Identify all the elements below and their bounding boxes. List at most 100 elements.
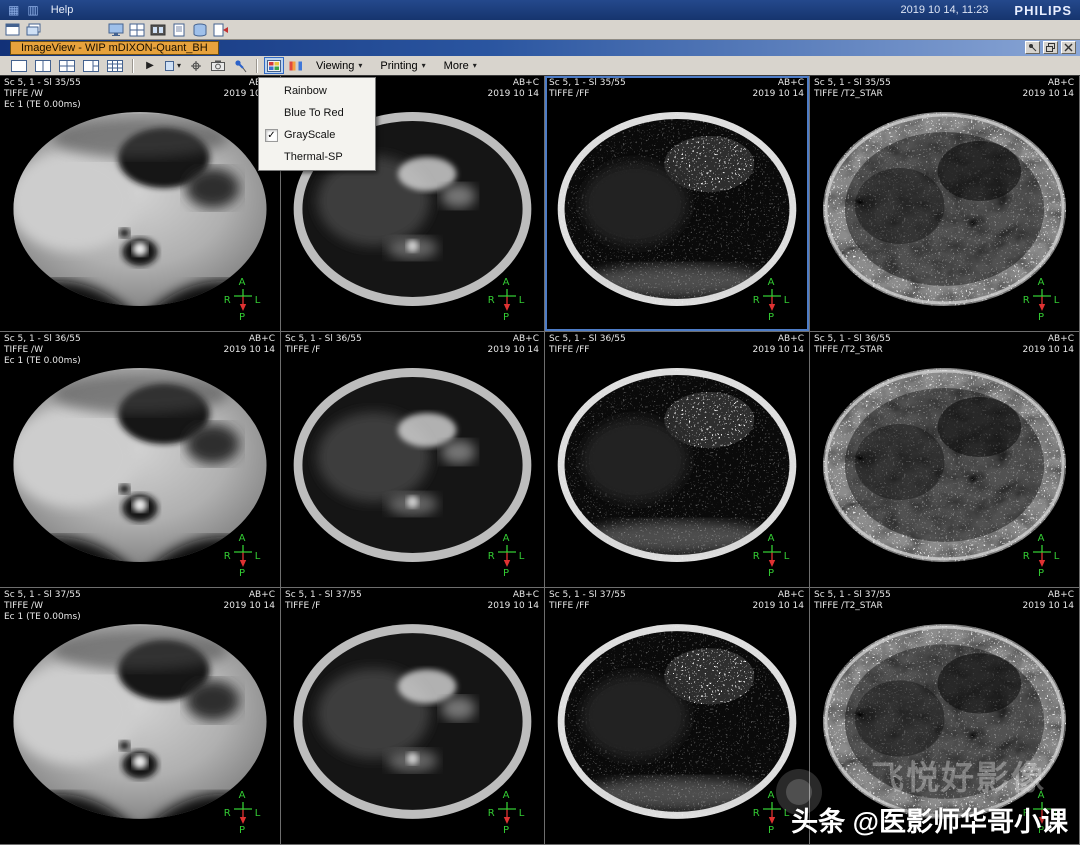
report-icon[interactable] [171,23,187,37]
orientation-marker: A R L P [747,277,795,323]
snapshot-icon[interactable] [208,57,228,74]
scan-slice-label: Sc 5, 1 - Sl 35/55 [4,78,81,89]
colormap-option-rainbow[interactable]: Rainbow [260,80,374,102]
viewport-cell-r3c1[interactable]: Sc 5, 1 - Sl 37/55 TIFFE /W Ec 1 (TE 0.0… [0,588,281,845]
echo-label: Ec 1 (TE 0.00ms) [4,356,81,367]
checkbox-empty [265,151,278,164]
protocol-label: AB+C [752,334,804,345]
orientation-right: R [753,808,760,819]
orientation-marker: A R L P [218,790,266,836]
viewport-cell-r2c3[interactable]: Sc 5, 1 - Sl 36/55 TIFFE /FF AB+C 2019 1… [545,332,810,588]
scan-slice-label: Sc 5, 1 - Sl 35/55 [549,78,626,89]
crosshair-icon[interactable] [186,57,206,74]
cell-annotation-topright: AB+C 2019 10 14 [1022,590,1074,612]
colormap-option-grayscale[interactable]: ✓GrayScale [260,124,374,146]
exit-icon[interactable] [213,23,229,37]
orientation-left: L [255,551,261,562]
app-windows-icon[interactable]: ▥ [27,4,38,16]
system-clock: 2019 10 14, 11:23 [901,4,989,16]
restore-window-button[interactable] [1043,41,1058,54]
orientation-cross-icon [233,801,253,825]
orientation-right: R [753,551,760,562]
protocol-label: AB+C [1022,590,1074,601]
cell-annotation-topright: AB+C 2019 10 14 [487,590,539,612]
series-label: TIFFE /FF [549,345,626,356]
colormap-option-thermal-sp[interactable]: Thermal-SP [260,146,374,168]
scan-slice-label: Sc 5, 1 - Sl 37/55 [549,590,626,601]
date-label: 2019 10 14 [223,345,275,356]
orientation-anterior: A [218,277,266,288]
new-window-icon[interactable] [5,23,21,37]
orientation-anterior: A [747,277,795,288]
colormap-palette-button[interactable] [264,57,284,74]
orientation-right: R [488,295,495,306]
viewing-menu[interactable]: Viewing▾ [308,57,370,74]
colormap-option-blue-to-red[interactable]: Blue To Red [260,102,374,124]
cine-options-button[interactable]: ▾ [162,57,184,74]
cell-annotation-topright: AB+C 2019 10 14 [1022,78,1074,100]
close-window-button[interactable] [1061,41,1076,54]
protocol-label: AB+C [487,78,539,89]
scan-slice-label: Sc 5, 1 - Sl 37/55 [4,590,81,601]
cine-play-button[interactable]: ▶ [140,57,160,74]
orientation-left: L [519,808,525,819]
printing-menu[interactable]: Printing▾ [372,57,433,74]
app-tiles-icon[interactable]: ▦ [8,4,19,16]
split-layout-icon[interactable] [129,23,145,37]
layout-grid-button[interactable] [104,57,126,74]
orientation-marker: A R L P [482,533,530,579]
orientation-right: R [1023,551,1030,562]
window-title-tab[interactable]: ImageView - WIP mDIXON-Quant_BH [10,41,219,55]
colormap-option-label: Blue To Red [284,107,344,119]
orientation-right: R [224,808,231,819]
viewport-cell-r2c1[interactable]: Sc 5, 1 - Sl 36/55 TIFFE /W Ec 1 (TE 0.0… [0,332,281,588]
orientation-posterior: P [218,312,266,323]
orientation-cross-icon [233,288,253,312]
cascade-windows-icon[interactable] [26,23,42,37]
colormap-option-label: Thermal-SP [284,151,343,163]
pin-panel-button[interactable] [1025,41,1040,54]
orientation-posterior: P [1017,312,1065,323]
date-label: 2019 10 14 [752,89,804,100]
protocol-label: AB+C [1022,78,1074,89]
orientation-left: L [1054,295,1060,306]
film-strip-icon[interactable] [150,23,166,37]
orientation-left: L [784,295,790,306]
viewport-cell-r2c4[interactable]: Sc 5, 1 - Sl 36/55 TIFFE /T2_STAR AB+C 2… [810,332,1080,588]
viewport-cell-r3c2[interactable]: Sc 5, 1 - Sl 37/55 TIFFE /F AB+C 2019 10… [281,588,545,845]
viewport-cell-r1c3[interactable]: Sc 5, 1 - Sl 35/55 TIFFE /FF AB+C 2019 1… [545,76,810,332]
pushpin-icon[interactable] [230,57,250,74]
printing-menu-label: Printing [380,60,417,72]
protocol-label: AB+C [1022,334,1074,345]
toolbar-separator [256,59,258,73]
watermark-prefix: 头条 [791,807,845,837]
colormap-strip-icon[interactable] [286,57,306,74]
layout-1x1-button[interactable] [8,57,30,74]
database-icon[interactable] [192,23,208,37]
toolbar-separator [132,59,134,73]
viewing-menu-label: Viewing [316,60,354,72]
orientation-right: R [224,551,231,562]
cell-annotation-topleft: Sc 5, 1 - Sl 36/55 TIFFE /FF [549,334,626,356]
system-toolbar [0,20,1080,40]
layout-1plus2-button[interactable] [80,57,102,74]
cell-annotation-topright: AB+C 2019 10 14 [487,78,539,100]
viewport-cell-r1c1[interactable]: Sc 5, 1 - Sl 35/55 TIFFE /W Ec 1 (TE 0.0… [0,76,281,332]
layout-2x2-button[interactable] [56,57,78,74]
orientation-right: R [488,551,495,562]
viewport-cell-r2c2[interactable]: Sc 5, 1 - Sl 36/55 TIFFE /F AB+C 2019 10… [281,332,545,588]
monitor-icon[interactable] [108,23,124,37]
orientation-anterior: A [1017,277,1065,288]
cell-annotation-topleft: Sc 5, 1 - Sl 36/55 TIFFE /W Ec 1 (TE 0.0… [4,334,81,367]
layout-1x2-button[interactable] [32,57,54,74]
help-menu[interactable]: Help [51,4,74,16]
cell-annotation-topright: AB+C 2019 10 14 [487,334,539,356]
colormap-option-label: Rainbow [284,85,327,97]
main-toolbar: ▶ ▾ Viewing▾ Printing▾ More▾ [0,56,1080,76]
orientation-anterior: A [218,533,266,544]
viewport-cell-r1c4[interactable]: Sc 5, 1 - Sl 35/55 TIFFE /T2_STAR AB+C 2… [810,76,1080,332]
more-menu[interactable]: More▾ [436,57,485,74]
orientation-posterior: P [747,825,795,836]
scan-slice-label: Sc 5, 1 - Sl 37/55 [814,590,891,601]
viewport-cell-r3c3[interactable]: Sc 5, 1 - Sl 37/55 TIFFE /FF AB+C 2019 1… [545,588,810,845]
